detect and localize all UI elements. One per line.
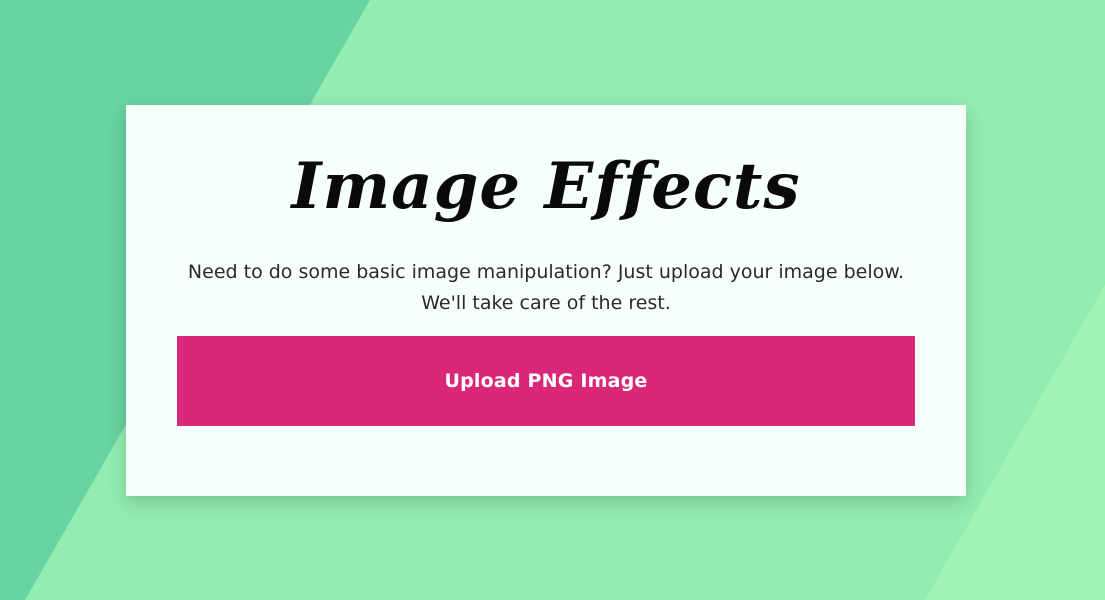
description-text: Need to do some basic image manipulation… [187,261,905,314]
upload-png-button[interactable]: Upload PNG Image [177,336,915,426]
page-title: Image Effects [291,149,801,224]
upload-card: Image Effects Need to do some basic imag… [126,105,966,496]
